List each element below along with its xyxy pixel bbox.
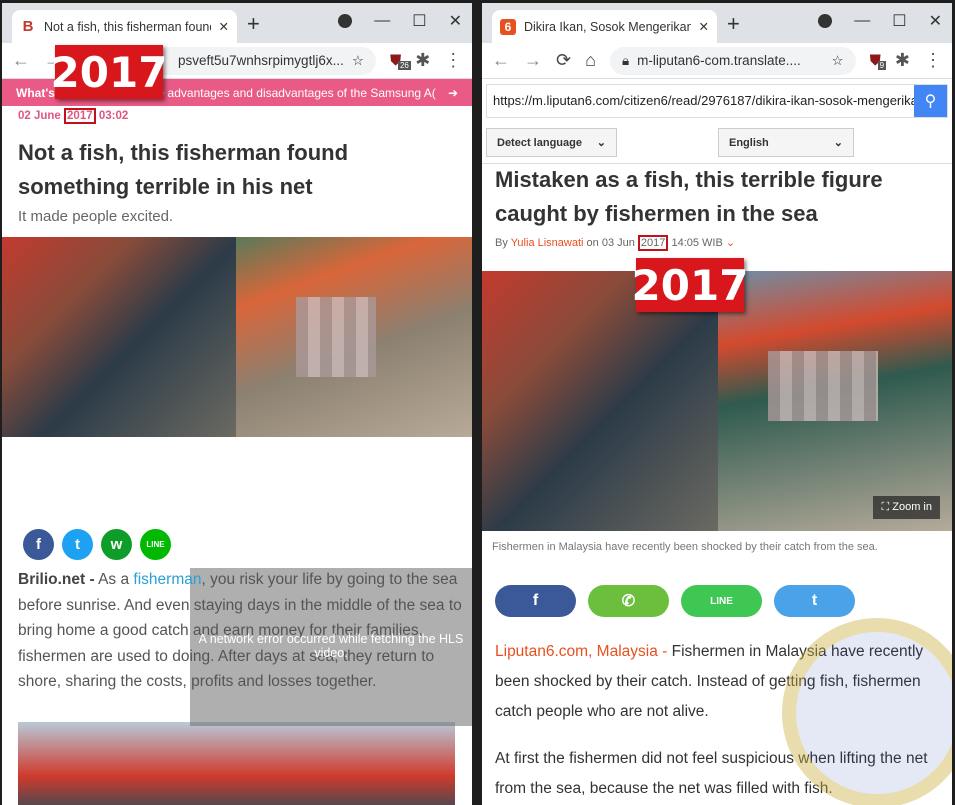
twitter-share-button[interactable]: t xyxy=(774,585,855,617)
search-icon[interactable]: ⚲ xyxy=(914,85,947,117)
back-icon[interactable]: ← xyxy=(12,50,30,71)
article-paragraph: Brilio.net - As a fisherman, you risk yo… xyxy=(18,571,462,690)
profile-icon[interactable] xyxy=(338,14,353,28)
translate-url-input[interactable]: https://m.liputan6.com/citizen6/read/297… xyxy=(487,85,914,117)
menu-icon[interactable]: ⋮ xyxy=(444,50,462,71)
arrow-circle-icon[interactable]: ➜ xyxy=(448,86,458,100)
extensions-icon[interactable]: ✱ xyxy=(895,50,910,71)
minimize-button[interactable]: — xyxy=(374,12,390,30)
back-icon[interactable]: ← xyxy=(492,50,510,71)
tab-title: Dikira Ikan, Sosok Mengerikan Ini xyxy=(524,19,691,34)
article-photo-catch xyxy=(236,237,472,437)
ublock-extension-icon[interactable]: ⛊ 26 xyxy=(390,52,411,70)
minimize-button[interactable]: — xyxy=(854,12,870,30)
line-share-icon[interactable]: LINE xyxy=(140,529,171,560)
twitter-share-icon[interactable]: t xyxy=(62,529,93,560)
lock-icon: 🔒︎ xyxy=(621,52,630,68)
extensions-icon[interactable]: ✱ xyxy=(415,50,430,71)
toolbar: ← → ⟳ ⌂ 🔒︎ m-liputan6-com.translate.... ☆ ⛊ 9… xyxy=(482,43,952,79)
facebook-share-icon[interactable]: f xyxy=(23,529,54,560)
zoom-in-button[interactable]: ⛶ Zoom in xyxy=(873,496,940,519)
second-article-photo xyxy=(18,722,455,805)
target-language-select[interactable]: English ⌄ xyxy=(718,128,854,157)
brilio-favicon: B xyxy=(22,18,34,35)
profile-icon[interactable] xyxy=(818,14,833,28)
video-error-message: A network error occurred while fetching … xyxy=(198,632,464,660)
photo-caption: Fishermen in Malaysia have recently been… xyxy=(492,541,878,553)
author-link[interactable]: Yulia Lisnawati xyxy=(511,237,584,249)
year-badge: 2017 xyxy=(632,258,748,312)
star-icon[interactable]: ☆ xyxy=(832,53,844,69)
facebook-share-button[interactable]: f xyxy=(495,585,576,617)
article-byline: By Yulia Lisnawati on 03 Jun 2017 14:05 … xyxy=(495,235,736,251)
source-language-select[interactable]: Detect language ⌄ xyxy=(486,128,617,157)
maximize-button[interactable]: ☐ xyxy=(412,11,426,31)
article-photo-catch: ⛶ Zoom in xyxy=(718,271,952,531)
right-browser-window: 6 Dikira Ikan, Sosok Mengerikan Ini ✕ + … xyxy=(482,3,952,805)
menu-icon[interactable]: ⋮ xyxy=(924,50,942,71)
article-title: Not a fish, this fisherman found somethi… xyxy=(18,140,349,199)
close-tab-icon[interactable]: ✕ xyxy=(699,19,709,34)
article-subtitle: It made people excited. xyxy=(18,208,174,225)
article-date: 02 June 2017 03:02 xyxy=(18,108,129,124)
ublock-extension-icon[interactable]: ⛊ 9 xyxy=(870,52,887,70)
new-tab-button[interactable]: + xyxy=(727,11,740,37)
browser-tab[interactable]: B Not a fish, this fisherman found somet… xyxy=(12,10,237,43)
close-window-button[interactable]: ✕ xyxy=(929,11,942,31)
whatsapp-share-icon[interactable]: w xyxy=(101,529,132,560)
tab-title: Not a fish, this fisherman found somethi… xyxy=(44,19,211,34)
liputan6-favicon: 6 xyxy=(500,18,516,35)
fisherman-link[interactable]: fisherman xyxy=(133,571,201,588)
line-share-button[interactable]: LINE xyxy=(681,585,762,617)
translate-url-bar: https://m.liputan6.com/citizen6/read/297… xyxy=(486,84,948,118)
article-paragraph-2: At first the fishermen did not feel susp… xyxy=(495,750,928,797)
article-photo-net xyxy=(2,237,236,437)
article-title: Mistaken as a fish, this terrible figure… xyxy=(495,167,883,226)
left-browser-window: B Not a fish, this fisherman found somet… xyxy=(2,3,472,805)
article-paragraph-1: Liputan6.com, Malaysia - Fishermen in Ma… xyxy=(495,643,924,720)
address-bar[interactable]: 🔒︎ m-liputan6-com.translate.... ☆ xyxy=(609,46,856,75)
maximize-button[interactable]: ☐ xyxy=(892,11,906,31)
new-tab-button[interactable]: + xyxy=(247,11,260,37)
close-tab-icon[interactable]: ✕ xyxy=(219,19,229,34)
close-window-button[interactable]: ✕ xyxy=(449,11,462,31)
year-badge: 2017 xyxy=(51,45,167,99)
reload-icon[interactable]: ⟳ xyxy=(556,50,571,71)
star-icon[interactable]: ☆ xyxy=(352,53,364,69)
tab-bar: B Not a fish, this fisherman found somet… xyxy=(2,3,472,43)
address-text: m-liputan6-com.translate.... xyxy=(637,53,801,68)
home-icon[interactable]: ⌂ xyxy=(585,50,596,71)
tab-bar: 6 Dikira Ikan, Sosok Mengerikan Ini ✕ + … xyxy=(482,3,952,43)
whatsapp-share-button[interactable]: ✆ xyxy=(588,585,669,617)
browser-tab[interactable]: 6 Dikira Ikan, Sosok Mengerikan Ini ✕ xyxy=(492,10,717,43)
banner-lead: What's xyxy=(16,85,55,100)
forward-icon[interactable]: → xyxy=(524,50,542,71)
